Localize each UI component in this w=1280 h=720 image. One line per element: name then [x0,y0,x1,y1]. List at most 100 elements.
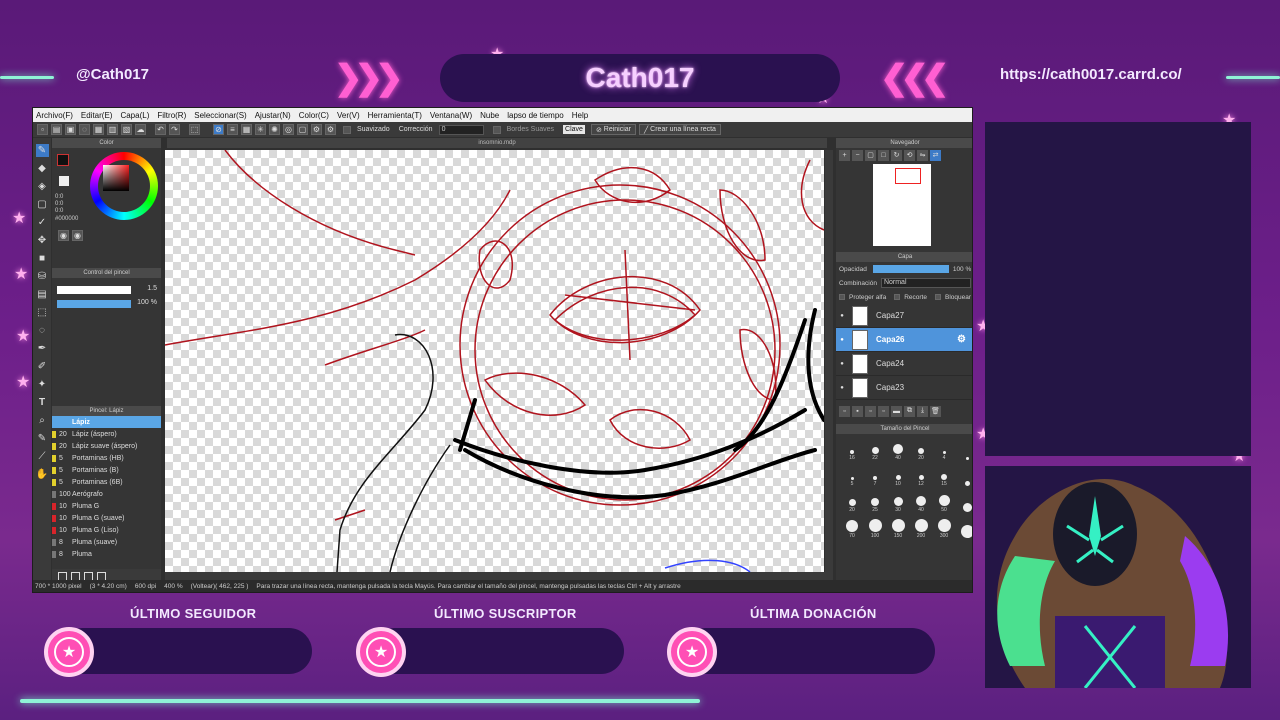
menu-filtro[interactable]: Filtro(R) [157,111,186,120]
new-halftone-layer-icon[interactable]: ▪ [852,405,863,417]
new-1bit-layer-icon[interactable]: ▫ [865,405,876,417]
brush-opacity-slider[interactable] [57,300,131,308]
brush-size-option[interactable] [957,516,972,539]
correccion-select[interactable]: 0 [438,124,484,135]
zoom-out-icon[interactable]: − [852,149,863,161]
zoom-in-icon[interactable]: + [839,149,850,161]
snap-cross-icon[interactable]: ▦ [241,124,252,135]
straight-line-button[interactable]: ╱ Crear una línea recta [639,124,721,135]
gradient-tool-icon[interactable]: ▤ [36,288,49,301]
canvas-horizontal-scrollbar[interactable] [165,572,833,580]
fit-icon[interactable]: ▢ [865,149,876,161]
background-swatch[interactable] [59,176,69,186]
snap-vanish-icon[interactable]: ✳ [255,124,266,135]
snap-parallel-icon[interactable]: ≡ [227,124,238,135]
brush-item[interactable]: 8 Pluma (suave) [52,536,161,548]
eyedropper-icon[interactable]: ⟋ [36,450,49,463]
menu-lapso[interactable]: lapso de tiempo [507,111,563,120]
palette-icon[interactable]: ◉ [58,230,69,241]
duplicate-layer-icon[interactable]: ⧉ [904,405,915,417]
flip-active-icon[interactable]: ⇄ [930,149,941,161]
brush-size-option[interactable]: 300 [934,516,954,539]
flip-icon[interactable]: ⇋ [917,149,928,161]
brush-size-option[interactable]: 7 [865,464,885,487]
layer-opacity-slider[interactable] [872,265,949,273]
delete-layer-icon[interactable]: 🗑 [930,405,941,417]
brush-size-option[interactable]: 70 [842,516,862,539]
move-tool-icon[interactable]: ✥ [36,234,49,247]
snap-3d-icon[interactable]: ⚙ [325,124,336,135]
bordes-checkbox[interactable] [492,125,501,134]
document-tab[interactable]: insomnio.mdp [167,138,827,148]
menu-herramienta[interactable]: Herramienta(T) [368,111,422,120]
menu-ventana[interactable]: Ventana(W) [430,111,472,120]
brush-size-option[interactable]: 15 [934,464,954,487]
visibility-icon[interactable]: ● [836,361,848,367]
fill-shape-icon[interactable]: ■ [36,252,49,265]
menu-ver[interactable]: Ver(V) [337,111,360,120]
dropper-tool-icon[interactable]: ✎ [36,432,49,445]
comment-icon[interactable]: ◌ [79,124,90,135]
merge-layer-icon[interactable]: ⤓ [917,405,928,417]
brush-size-option[interactable]: 150 [888,516,908,539]
wand-tool-icon[interactable]: ✓ [36,216,49,229]
brush-size-option[interactable]: 4 [934,438,954,461]
brush-size-option[interactable] [957,464,972,487]
snap-circle-icon[interactable]: ◎ [283,124,294,135]
brush-item[interactable]: 20 Lápiz (áspero) [52,428,161,440]
rectangle-tool-icon[interactable]: ▢ [36,198,49,211]
menu-help[interactable]: Help [572,111,588,120]
color-wheel[interactable] [90,152,158,220]
brush-item[interactable]: 5 Portaminas (B) [52,464,161,476]
new-file-icon[interactable]: ▫ [37,124,48,135]
select-eraser-icon[interactable]: ✐ [36,360,49,373]
grid-icon[interactable]: ▦ [93,124,104,135]
brush-size-option[interactable]: 20 [911,438,931,461]
new-layer-icon[interactable]: ▫ [839,405,850,417]
saturation-square[interactable] [103,165,129,191]
redo-icon[interactable]: ↷ [169,124,180,135]
layer-row-selected[interactable]: ● Capa26 ⚙ [836,328,972,352]
deselect-icon[interactable]: ⬚ [189,124,200,135]
text-tool-icon[interactable]: T [36,396,49,409]
brush-size-option[interactable]: 16 [842,438,862,461]
select-tool-icon[interactable]: ⬚ [36,306,49,319]
visibility-icon[interactable]: ● [836,337,848,343]
brush-size-option[interactable]: 40 [888,438,908,461]
brush-size-option[interactable]: 10 [888,464,908,487]
brush-item[interactable]: 8 Pluma [52,548,161,560]
brush-item[interactable]: 10 Pluma G [52,500,161,512]
navigator-thumbnail[interactable] [873,164,931,246]
menu-archivo[interactable]: Archivo(F) [36,111,73,120]
menu-nube[interactable]: Nube [480,111,499,120]
brush-size-slider[interactable] [57,286,131,294]
layers-icon[interactable]: ▥ [107,124,118,135]
layer-folder-icon[interactable]: ▬ [891,405,902,417]
snap-off-icon[interactable]: ⊘ [213,124,224,135]
lock-checkbox[interactable] [934,294,941,300]
pen-tool-icon[interactable]: ✎ [35,144,49,157]
layer-row[interactable]: ● Capa23 [836,376,972,400]
select-pen-icon[interactable]: ✒ [36,342,49,355]
snap-settings-icon[interactable]: ⚙ [311,124,322,135]
drawing-canvas[interactable] [165,150,824,572]
zoom-tool-icon[interactable]: ⌕ [36,414,49,427]
brush-item[interactable]: 10 Pluma G (Liso) [52,524,161,536]
suavizado-checkbox[interactable] [343,125,351,134]
brush-item[interactable]: 10 Pluma G (suave) [52,512,161,524]
menu-editar[interactable]: Editar(E) [81,111,113,120]
reiniciar-button[interactable]: ⊘ Reiniciar [590,124,636,135]
brush-size-option[interactable]: 200 [911,516,931,539]
brush-size-option[interactable]: 25 [865,490,885,513]
brush-size-option[interactable]: 50 [934,490,954,513]
menu-ajustar[interactable]: Ajustar(N) [255,111,291,120]
open-file-icon[interactable]: ▤ [51,124,62,135]
snap-curve-icon[interactable]: ▢ [297,124,308,135]
brush-size-option[interactable]: 22 [865,438,885,461]
brush-size-option[interactable]: 20 [842,490,862,513]
visibility-icon[interactable]: ● [836,313,848,319]
save-icon[interactable]: ▣ [65,124,76,135]
menu-color[interactable]: Color(C) [299,111,329,120]
brush-size-option[interactable]: 12 [911,464,931,487]
foreground-swatch[interactable] [57,154,69,166]
